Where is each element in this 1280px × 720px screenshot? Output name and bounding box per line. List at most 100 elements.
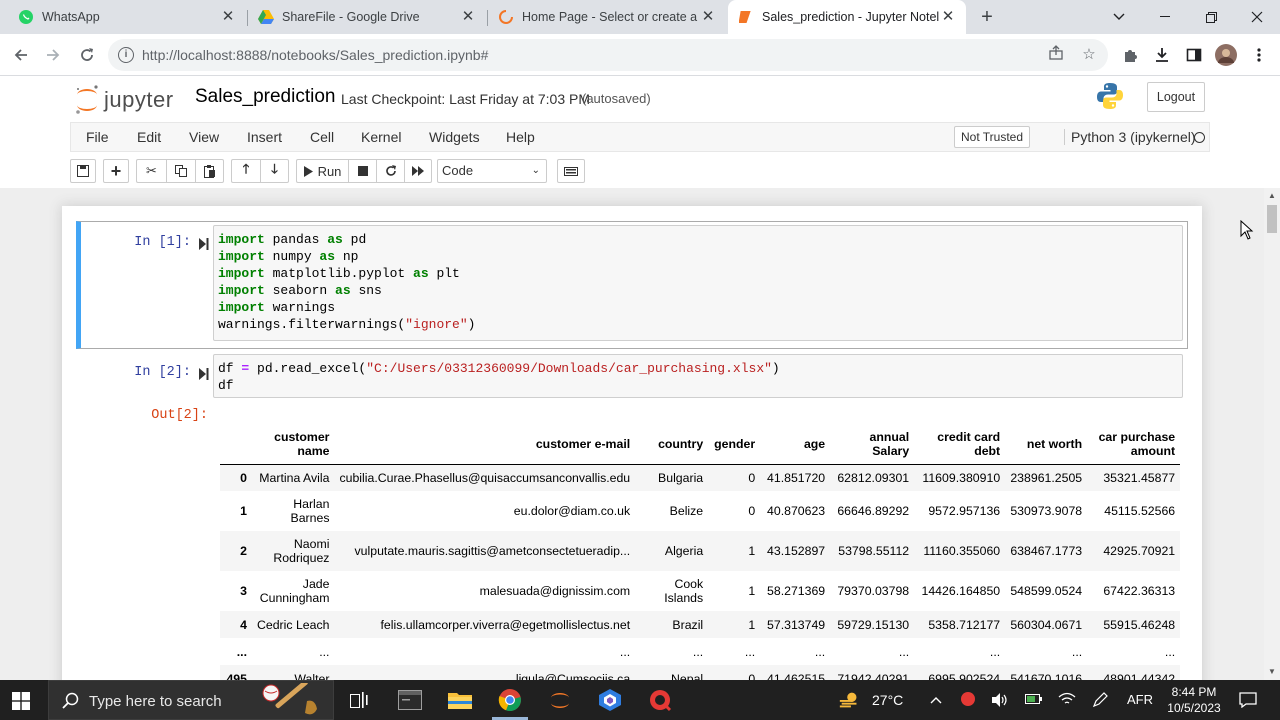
menu-kernel[interactable]: Kernel: [361, 129, 401, 145]
save-icon: [77, 165, 89, 177]
tab-whatsapp[interactable]: WhatsApp ✕: [8, 0, 246, 34]
menu-edit[interactable]: Edit: [137, 129, 161, 145]
restart-run-all-button[interactable]: [404, 159, 432, 183]
restart-button[interactable]: [376, 159, 404, 183]
interrupt-button[interactable]: [348, 159, 376, 183]
minimize-button[interactable]: [1142, 0, 1188, 34]
share-icon[interactable]: [1046, 45, 1066, 65]
more-menu-icon[interactable]: [1248, 44, 1270, 66]
run-button[interactable]: Run: [296, 159, 348, 183]
menu-view[interactable]: View: [189, 129, 219, 145]
vscode-app-icon[interactable]: [598, 688, 622, 712]
menu-insert[interactable]: Insert: [247, 129, 282, 145]
save-button[interactable]: [70, 159, 96, 183]
jupyter-app-icon[interactable]: [548, 688, 572, 712]
dataframe-table: customer name customer e-mail country ge…: [220, 424, 1181, 681]
menu-widgets[interactable]: Widgets: [429, 129, 480, 145]
task-view-icon[interactable]: [348, 688, 372, 712]
close-icon[interactable]: ✕: [220, 9, 236, 25]
taskbar-clock[interactable]: 8:44 PM 10/5/2023: [1164, 684, 1224, 716]
menu-cell[interactable]: Cell: [310, 129, 334, 145]
menu-help[interactable]: Help: [506, 129, 535, 145]
move-up-button[interactable]: 🡑: [231, 159, 260, 183]
download-icon[interactable]: [1151, 44, 1173, 66]
copy-button[interactable]: [166, 159, 195, 183]
table-cell: ...: [1164, 644, 1176, 659]
page-scrollbar[interactable]: ▲ ▼: [1264, 188, 1280, 680]
extensions-icon[interactable]: [1119, 44, 1141, 66]
restore-button[interactable]: [1188, 0, 1234, 34]
site-info-icon[interactable]: i: [118, 47, 134, 63]
logout-button[interactable]: Logout: [1147, 82, 1205, 112]
weather-icon[interactable]: [838, 688, 862, 712]
tab-home-page[interactable]: Home Page - Select or create a ✕: [488, 0, 726, 34]
side-panel-icon[interactable]: [1183, 44, 1205, 66]
python-logo-icon: [1097, 83, 1123, 109]
paste-button[interactable]: [195, 159, 224, 183]
profile-avatar[interactable]: [1215, 44, 1237, 66]
table-cell: ligula@Cumsociis.ca: [515, 671, 631, 681]
tab-search-icon[interactable]: [1096, 0, 1142, 34]
table-cell: Nepal: [671, 671, 704, 681]
wifi-icon[interactable]: [1058, 692, 1076, 709]
chrome-icon[interactable]: [498, 688, 522, 712]
kernel-idle-indicator-icon: [1194, 132, 1205, 143]
address-bar[interactable]: i http://localhost:8888/notebooks/Sales_…: [108, 39, 1108, 71]
close-icon[interactable]: ✕: [940, 9, 956, 25]
input-prompt: In [2]:: [134, 365, 191, 380]
table-cell: vulputate.mauris.sagittis@ametconsectetu…: [354, 544, 631, 558]
show-hidden-icons-chevron-icon[interactable]: [930, 692, 942, 707]
taskbar-search-box[interactable]: Type here to search: [48, 680, 334, 720]
jupyter-logo[interactable]: jupyter: [74, 83, 174, 117]
play-icon: [303, 165, 313, 177]
table-cell: 6995.902524: [928, 671, 1001, 681]
run-cell-icon[interactable]: [199, 238, 209, 250]
scroll-down-arrow-icon[interactable]: ▼: [1267, 667, 1277, 677]
code-cell-1[interactable]: In [1]: import pandas as pd import numpy…: [76, 221, 1188, 349]
table-row: 2 Naomi Rodriquez vulputate.mauris.sagit…: [220, 531, 1181, 571]
trust-status-button[interactable]: Not Trusted: [954, 126, 1031, 148]
jupyter-icon: [738, 9, 754, 25]
table-cell: 1: [748, 584, 756, 598]
volume-icon[interactable]: [991, 692, 1009, 711]
screen-recorder-icon[interactable]: [648, 688, 672, 712]
tab-sharefile[interactable]: ShareFile - Google Drive ✕: [248, 0, 486, 34]
scrollbar-thumb[interactable]: [1267, 205, 1277, 233]
reload-icon[interactable]: [74, 42, 100, 68]
pen-icon[interactable]: [1092, 692, 1108, 711]
code-input[interactable]: import pandas as pd import numpy as np i…: [213, 225, 1183, 341]
code-input[interactable]: df = pd.read_excel("C:/Users/03312360099…: [213, 354, 1183, 398]
recording-indicator-icon[interactable]: [960, 691, 976, 710]
notification-center-icon[interactable]: [1236, 688, 1260, 712]
arrow-up-icon: 🡑: [242, 161, 250, 176]
file-explorer-icon[interactable]: [448, 688, 472, 712]
terminal-app-icon[interactable]: [398, 688, 422, 712]
code-editor[interactable]: df = pd.read_excel("C:/Users/03312360099…: [214, 355, 1182, 399]
run-label: Run: [317, 163, 342, 179]
tab-sales-prediction[interactable]: Sales_prediction - Jupyter Notel ✕: [728, 0, 966, 34]
run-cell-icon[interactable]: [199, 368, 209, 380]
input-language[interactable]: AFR: [1127, 692, 1153, 707]
cell-type-select[interactable]: Code ⌄: [437, 159, 547, 183]
close-icon[interactable]: ✕: [700, 9, 716, 25]
back-arrow-icon[interactable]: [8, 42, 34, 68]
scissors-icon: ✂: [146, 163, 157, 178]
windows-start-icon[interactable]: [12, 692, 30, 710]
notebook-name[interactable]: Sales_prediction: [195, 86, 335, 108]
scroll-up-arrow-icon[interactable]: ▲: [1267, 191, 1277, 201]
move-down-button[interactable]: 🡓: [260, 159, 289, 183]
cut-button[interactable]: ✂: [136, 159, 166, 183]
code-editor[interactable]: import pandas as pd import numpy as np i…: [214, 226, 1182, 338]
close-window-button[interactable]: [1234, 0, 1280, 34]
command-palette-button[interactable]: [557, 159, 585, 183]
table-cell: eu.dolor@diam.co.uk: [513, 504, 631, 518]
bookmark-star-icon[interactable]: ☆: [1079, 45, 1099, 65]
menu-file[interactable]: File: [86, 129, 109, 145]
forward-arrow-icon[interactable]: [40, 42, 66, 68]
weather-temperature[interactable]: 27°C: [872, 692, 903, 708]
battery-icon[interactable]: [1025, 692, 1043, 709]
close-icon[interactable]: ✕: [460, 9, 476, 25]
insert-cell-button[interactable]: +: [103, 159, 129, 183]
new-tab-button[interactable]: +: [976, 6, 998, 28]
kernel-name[interactable]: Python 3 (ipykernel): [1064, 129, 1196, 145]
